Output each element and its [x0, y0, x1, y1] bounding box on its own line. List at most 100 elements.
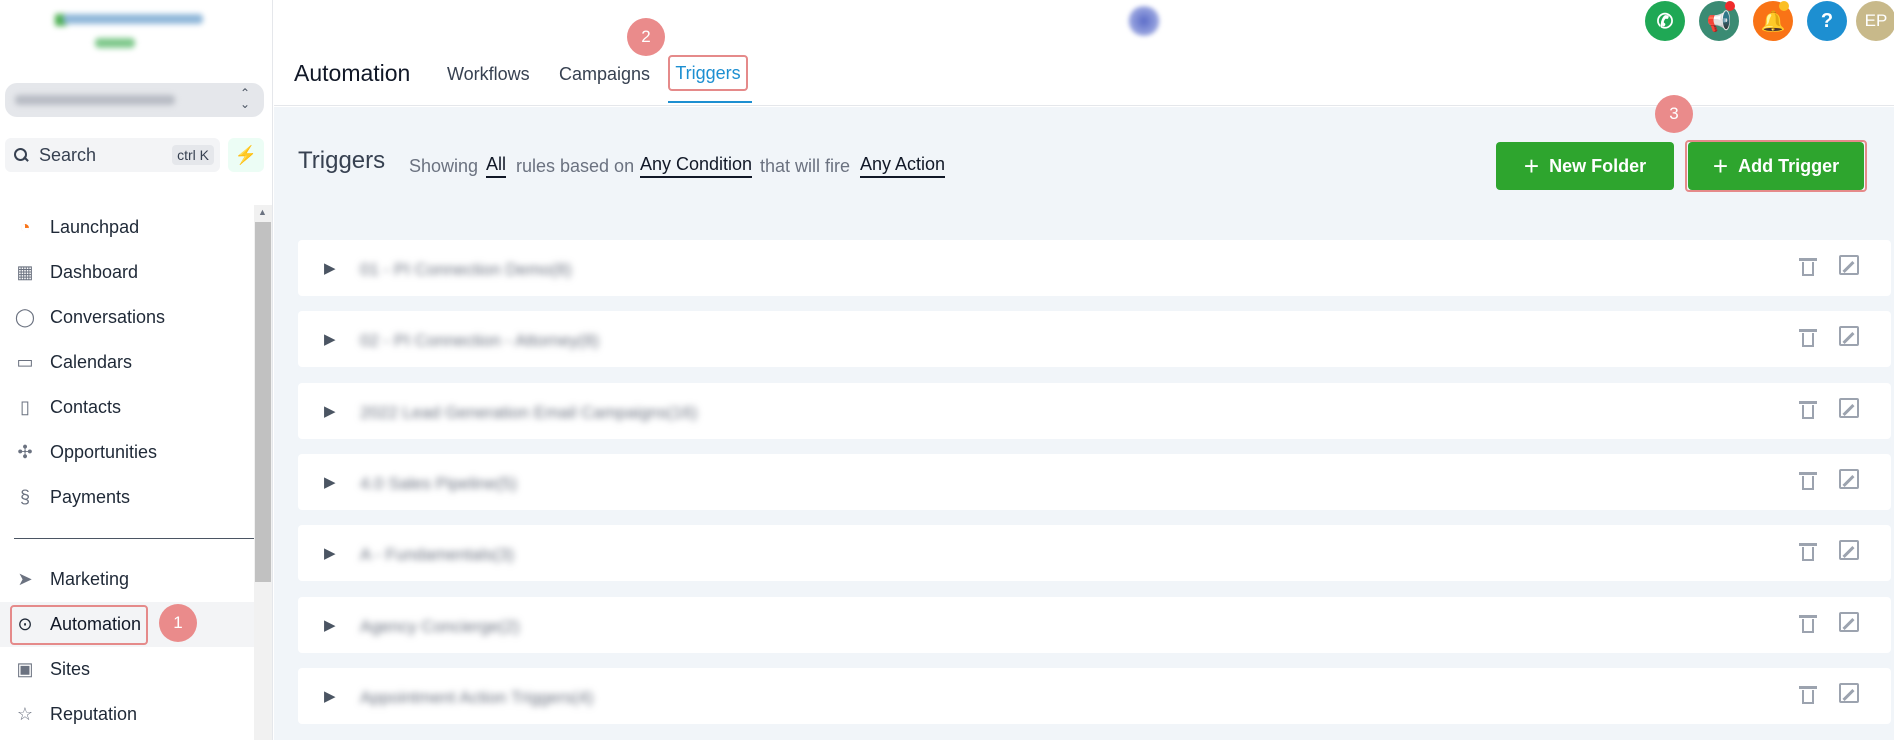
opportunities-icon: ✣	[17, 442, 33, 462]
edit-icon[interactable]	[1839, 683, 1859, 703]
folder-row[interactable]: ▶ 4.0 Sales Pipeline(5)	[298, 454, 1891, 510]
send-icon: ➤	[17, 569, 33, 589]
sidebar-item-reputation[interactable]: ☆ Reputation	[0, 692, 254, 737]
sidebar: ⌃ ⌄ Search ctrl K ⚡ ◔ Launchpad ▦ Dashboa…	[0, 0, 273, 740]
megaphone-icon: 📢	[1706, 10, 1732, 33]
phone-icon: ✆	[1656, 10, 1674, 33]
folder-name: 01 - PI Connection Demo(8)	[360, 260, 572, 279]
sidebar-item-label: Marketing	[50, 569, 130, 589]
folder-name: 02 - PI Connection - Attorney(8)	[360, 331, 600, 350]
user-avatar[interactable]: EP	[1856, 1, 1894, 41]
sidebar-item-payments[interactable]: § Payments	[0, 475, 254, 520]
expand-arrow-icon[interactable]: ▶	[324, 616, 336, 634]
expand-arrow-icon[interactable]: ▶	[324, 330, 336, 348]
filter-action-link[interactable]: Any Action	[860, 154, 946, 178]
sidebar-item-label: Reputation	[50, 704, 138, 724]
trash-icon[interactable]	[1799, 684, 1817, 706]
folder-row[interactable]: ▶ Agency Concierge(2)	[298, 597, 1891, 653]
sidebar-item-label: Contacts	[50, 397, 122, 417]
scroll-up-arrow-icon[interactable]: ▲	[258, 207, 267, 217]
sidebar-item-label: Conversations	[50, 307, 166, 327]
tab-triggers[interactable]: Triggers	[668, 55, 748, 91]
page-title: Automation	[294, 60, 411, 86]
sidebar-item-dashboard[interactable]: ▦ Dashboard	[0, 250, 254, 295]
tab-workflows[interactable]: Workflows	[447, 64, 530, 85]
search-shortcut: ctrl K	[172, 145, 214, 165]
search-label: Search	[39, 144, 97, 165]
highlight-box	[1685, 140, 1867, 192]
sidebar-item-conversations[interactable]: ◯ Conversations	[0, 295, 254, 340]
trash-icon[interactable]	[1799, 613, 1817, 635]
sidebar-item-opportunities[interactable]: ✣ Opportunities	[0, 430, 254, 475]
folder-name: 4.0 Sales Pipeline(5)	[360, 474, 517, 493]
expand-arrow-icon[interactable]: ▶	[324, 402, 336, 420]
edit-icon[interactable]	[1839, 326, 1859, 346]
search-input[interactable]: Search ctrl K	[5, 138, 220, 172]
new-folder-button[interactable]: + New Folder	[1496, 142, 1674, 190]
active-tab-indicator	[668, 101, 752, 103]
phone-button[interactable]: ✆	[1645, 1, 1685, 41]
edit-icon[interactable]	[1839, 398, 1859, 418]
account-switcher[interactable]: ⌃ ⌄	[5, 83, 264, 117]
sidebar-scrollbar-thumb[interactable]	[255, 222, 271, 582]
notification-dot	[1779, 1, 1789, 11]
sidebar-divider	[14, 538, 254, 539]
sidebar-item-launchpad[interactable]: ◔ Launchpad	[0, 205, 254, 250]
folder-row[interactable]: ▶ Appointment Action Triggers(4)	[298, 668, 1891, 724]
expand-arrow-icon[interactable]: ▶	[324, 687, 336, 705]
trash-icon[interactable]	[1799, 470, 1817, 492]
sidebar-item-calendars[interactable]: ▭ Calendars	[0, 340, 254, 385]
sidebar-item-marketing[interactable]: ➤ Marketing	[0, 557, 254, 602]
trash-icon[interactable]	[1799, 327, 1817, 349]
highlight-box	[10, 605, 148, 645]
launchpad-icon: ◔	[19, 217, 31, 237]
sidebar-item-label: Opportunities	[50, 442, 158, 462]
notification-dot	[1725, 1, 1735, 11]
filter-text-showing: Showing	[409, 156, 479, 176]
top-header: Automation Workflows Campaigns Triggers …	[274, 0, 1894, 106]
sidebar-item-contacts[interactable]: ▯ Contacts	[0, 385, 254, 430]
filter-condition-link[interactable]: Any Condition	[640, 154, 753, 178]
tab-campaigns[interactable]: Campaigns	[559, 64, 650, 85]
brand-logo-icon	[1126, 6, 1162, 36]
folder-name: Agency Concierge(2)	[360, 617, 520, 636]
expand-arrow-icon[interactable]: ▶	[324, 473, 336, 491]
step-badge-2: 2	[627, 18, 665, 56]
help-button[interactable]: ?	[1807, 1, 1847, 41]
trash-icon[interactable]	[1799, 256, 1817, 278]
section-title: Triggers	[298, 147, 386, 174]
edit-icon[interactable]	[1839, 255, 1859, 275]
folder-row[interactable]: ▶ 01 - PI Connection Demo(8)	[298, 240, 1891, 296]
filter-text-rules: rules based on	[516, 156, 635, 176]
calendar-icon: ▭	[16, 352, 34, 372]
expand-arrow-icon[interactable]: ▶	[324, 259, 336, 277]
folder-row[interactable]: ▶ 2022 Lead Generation Email Campaigns(1…	[298, 383, 1891, 439]
filter-text-fire: that will fire	[760, 156, 851, 176]
trash-icon[interactable]	[1799, 541, 1817, 563]
filter-all-link[interactable]: All	[486, 154, 507, 178]
search-icon	[13, 147, 29, 163]
folder-name: 2022 Lead Generation Email Campaigns(16)	[360, 403, 698, 422]
sidebar-item-automation[interactable]: ⊙ Automation	[0, 602, 254, 647]
expand-arrow-icon[interactable]: ▶	[324, 544, 336, 562]
edit-icon[interactable]	[1839, 540, 1859, 560]
contacts-icon: ▯	[20, 397, 30, 417]
step-badge-1: 1	[159, 604, 197, 642]
folder-name: A - Fundamentals(3)	[360, 545, 515, 564]
folder-row[interactable]: ▶ A - Fundamentals(3)	[298, 525, 1891, 581]
chevron-up-down-icon: ⌃ ⌄	[239, 86, 250, 111]
folder-row[interactable]: ▶ 02 - PI Connection - Attorney(8)	[298, 311, 1891, 367]
trash-icon[interactable]	[1799, 399, 1817, 421]
sidebar-item-label: Calendars	[50, 352, 133, 372]
help-icon: ?	[1820, 9, 1834, 32]
sidebar-item-sites[interactable]: ▣ Sites	[0, 647, 254, 692]
company-logo	[55, 8, 215, 64]
chat-bubble-icon: ◯	[14, 307, 36, 327]
sidebar-item-label: Launchpad	[50, 217, 140, 237]
new-folder-label: New Folder	[1549, 155, 1647, 176]
bolt-icon: ⚡	[234, 144, 258, 165]
sidebar-nav: ◔ Launchpad ▦ Dashboard ◯ Conversations …	[0, 205, 254, 737]
quick-actions-button[interactable]: ⚡	[228, 138, 264, 172]
edit-icon[interactable]	[1839, 612, 1859, 632]
edit-icon[interactable]	[1839, 469, 1859, 489]
